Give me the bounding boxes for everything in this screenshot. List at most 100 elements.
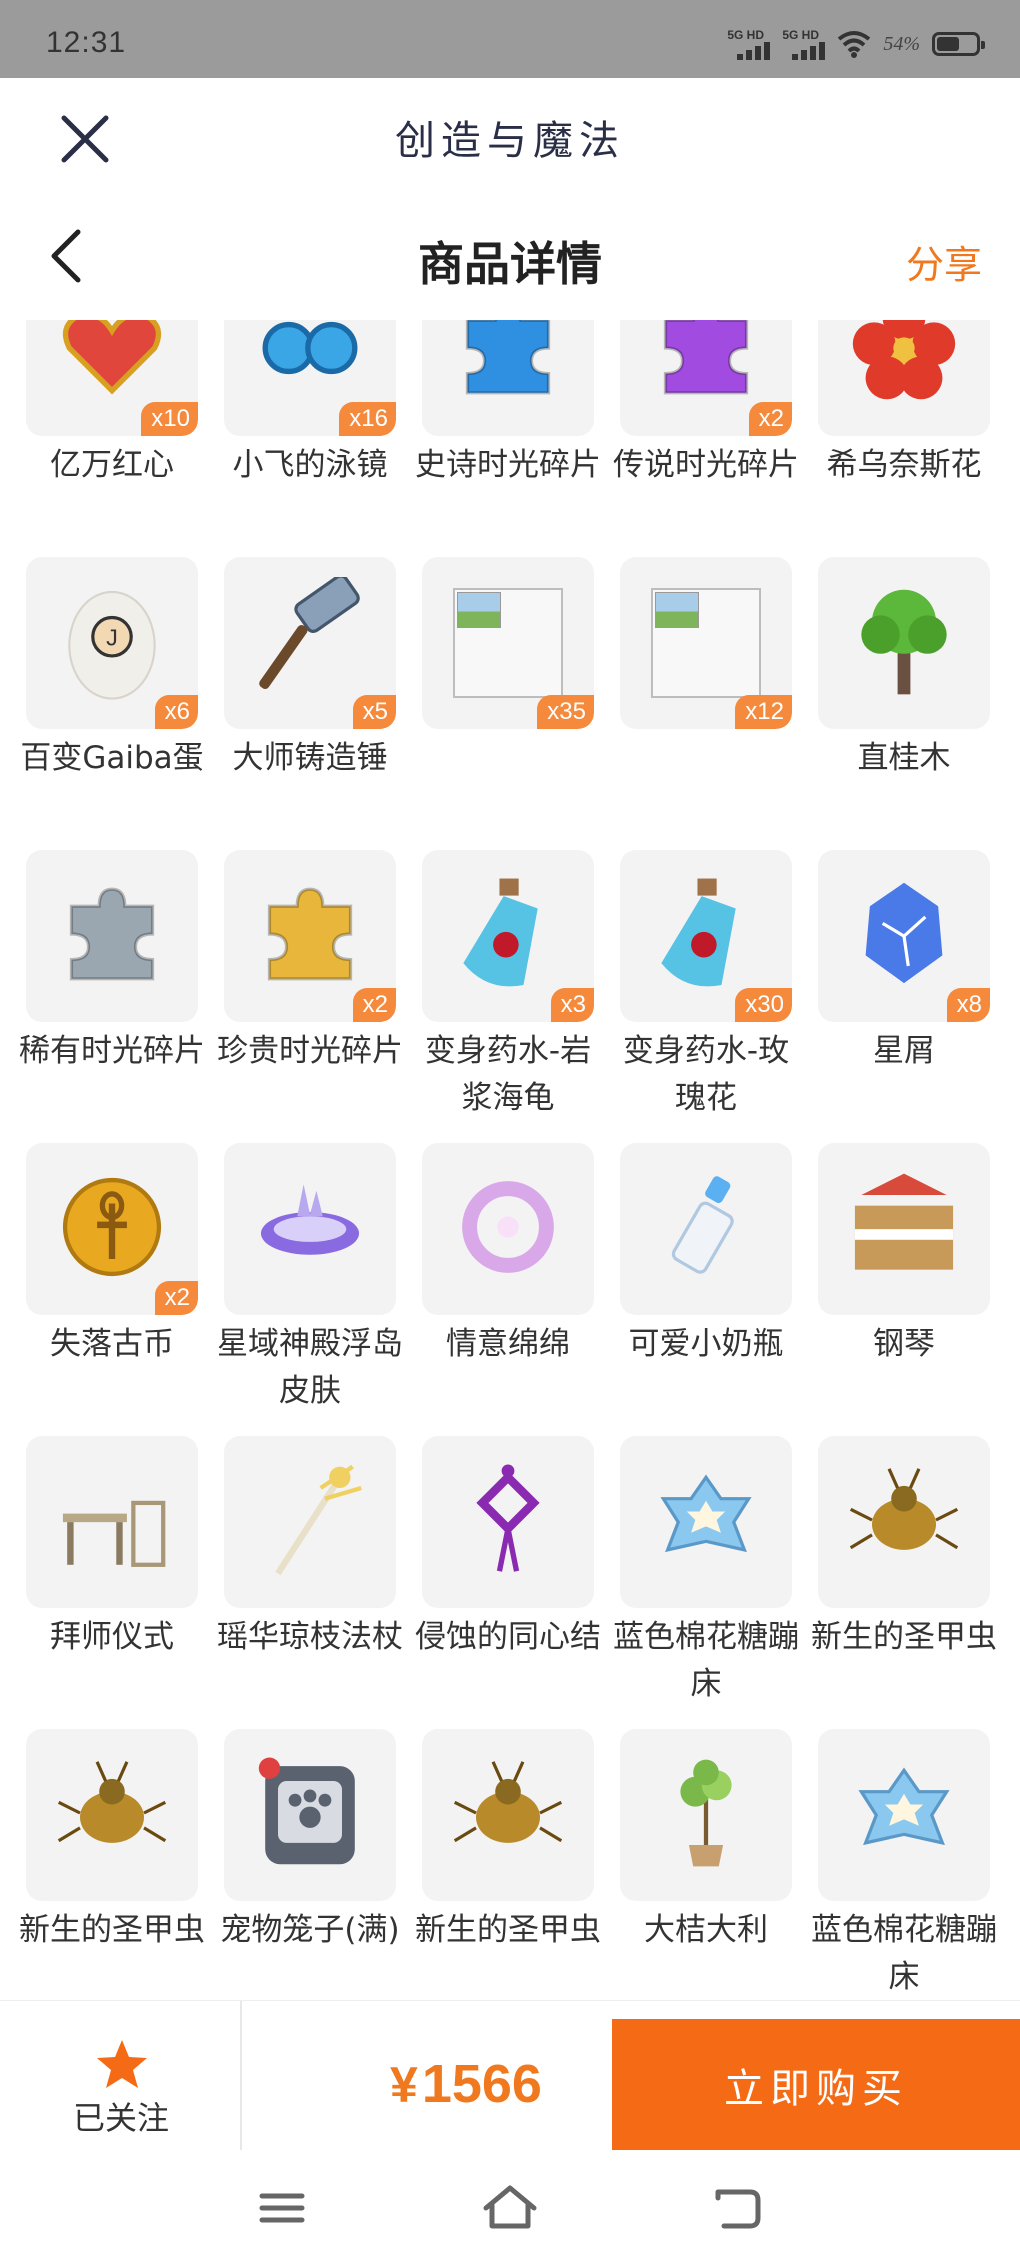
item-card[interactable]: 希乌奈斯花 — [818, 320, 990, 557]
item-card[interactable]: 宠物笼子(满) — [220, 1729, 400, 2000]
quantity-badge: x5 — [352, 695, 396, 729]
price: ¥1566 — [390, 2053, 542, 2115]
item-name: 变身药水-玫瑰花 — [622, 1033, 790, 1116]
follow-button[interactable]: 已关注 — [0, 2001, 242, 2151]
quantity-badge: x2 — [154, 1281, 198, 1315]
item-thumbnail — [26, 850, 198, 1022]
item-name: 史诗时光碎片 — [415, 447, 601, 483]
item-name: 新生的圣甲虫 — [415, 1912, 601, 1948]
item-card[interactable]: 蓝色棉花糖蹦床 — [613, 1436, 799, 1729]
item-card[interactable]: 新生的圣甲虫 — [811, 1436, 997, 1729]
item-card[interactable]: 蓝色棉花糖蹦床 — [811, 1729, 997, 2000]
item-card[interactable]: 拜师仪式 — [26, 1436, 198, 1729]
item-name: 小飞的泳镜 — [232, 447, 388, 483]
item-card[interactable]: x16 小飞的泳镜 — [224, 320, 396, 557]
item-thumbnail — [620, 1143, 792, 1315]
status-bar: 12:31 5G HD 5G HD 54% — [0, 0, 1020, 78]
item-card[interactable]: 直桂木 — [818, 557, 990, 850]
item-name: 百变Gaiba蛋 — [20, 740, 204, 776]
item-thumbnail — [422, 1143, 594, 1315]
item-card[interactable]: 史诗时光碎片 — [415, 320, 601, 557]
item-card[interactable]: Jx6 百变Gaiba蛋 — [20, 557, 204, 850]
item-card[interactable]: x2 失落古币 — [26, 1143, 198, 1436]
gold-puzzle-piece-icon — [246, 870, 374, 1002]
item-name: 宠物笼子(满) — [220, 1912, 400, 1948]
price-value: 1566 — [421, 2054, 542, 2114]
gray-puzzle-piece-icon — [48, 870, 176, 1002]
item-name: 可爱小奶瓶 — [628, 1326, 784, 1362]
scarab-icon — [840, 1456, 968, 1588]
item-name: 大桔大利 — [644, 1912, 768, 1948]
item-card[interactable]: 新生的圣甲虫 — [415, 1729, 601, 2000]
buy-now-button[interactable]: 立即购买 — [612, 2019, 1020, 2151]
item-card[interactable]: x3 变身药水-岩浆海龟 — [422, 850, 594, 1143]
item-card[interactable]: x35 — [422, 557, 594, 850]
item-name: 大师铸造锤 — [232, 740, 388, 776]
item-card[interactable]: x2 传说时光碎片 — [613, 320, 799, 557]
battery-percent: 54% — [883, 32, 920, 55]
item-thumbnail: x16 — [224, 320, 396, 436]
quantity-badge: x30 — [735, 988, 792, 1022]
hammer-icon — [246, 574, 374, 709]
item-thumbnail: x2 — [26, 1143, 198, 1315]
home-icon[interactable] — [480, 2182, 540, 2234]
item-card[interactable]: 星域神殿浮岛皮肤 — [217, 1143, 403, 1436]
potion-icon — [642, 870, 770, 1002]
item-name: 星域神殿浮岛皮肤 — [217, 1326, 403, 1409]
item-thumbnail — [818, 557, 990, 729]
item-name: 新生的圣甲虫 — [811, 1619, 997, 1655]
quantity-badge: x6 — [154, 695, 198, 729]
scarab-icon — [444, 1749, 572, 1881]
item-card[interactable]: 大桔大利 — [620, 1729, 792, 2000]
item-thumbnail — [620, 1729, 792, 1901]
item-thumbnail: x12 — [620, 557, 792, 729]
item-thumbnail — [224, 1729, 396, 1901]
item-list[interactable]: x10 亿万红心 x16 小飞的泳镜 史诗时光碎片 x2 传说时光碎片 希乌奈斯花 Jx6 百变G… — [0, 320, 1020, 2000]
status-time: 12:31 — [46, 26, 127, 59]
item-thumbnail: x2 — [620, 320, 792, 436]
blue-puzzle-piece-icon — [444, 320, 572, 416]
item-card[interactable]: x10 亿万红心 — [26, 320, 198, 557]
signal-icon: 5G HD — [727, 28, 771, 60]
item-thumbnail: x5 — [224, 557, 396, 729]
item-name: 侵蚀的同心结 — [415, 1619, 601, 1655]
item-card[interactable]: 稀有时光碎片 — [19, 850, 205, 1143]
gold-coin-icon — [48, 1163, 176, 1295]
item-thumbnail — [422, 320, 594, 436]
item-card[interactable]: x30 变身药水-玫瑰花 — [620, 850, 792, 1143]
item-thumbnail: x2 — [224, 850, 396, 1022]
status-icons: 5G HD 5G HD 54% — [727, 24, 985, 64]
share-button[interactable]: 分享 — [906, 234, 982, 289]
item-card[interactable]: x2 珍贵时光碎片 — [217, 850, 403, 1143]
purple-puzzle-piece-icon — [642, 320, 770, 416]
back-icon[interactable] — [706, 2182, 766, 2234]
floating-island-icon — [246, 1163, 374, 1295]
item-card[interactable]: 侵蚀的同心结 — [415, 1436, 601, 1729]
item-name: 传说时光碎片 — [613, 447, 799, 483]
item-card[interactable]: 可爱小奶瓶 — [620, 1143, 792, 1436]
wreath-icon — [444, 1163, 572, 1295]
item-name: 钢琴 — [873, 1326, 935, 1362]
item-thumbnail — [818, 320, 990, 436]
item-name: 失落古币 — [50, 1326, 174, 1362]
svg-text:J: J — [106, 624, 118, 650]
item-card[interactable]: 新生的圣甲虫 — [19, 1729, 205, 2000]
item-card[interactable]: x5 大师铸造锤 — [224, 557, 396, 850]
item-thumbnail: x30 — [620, 850, 792, 1022]
item-name: 新生的圣甲虫 — [19, 1912, 205, 1948]
app-top-bar: 创造与魔法 — [0, 78, 1020, 198]
item-card[interactable]: x12 — [620, 557, 792, 850]
broken-image-icon — [453, 588, 563, 698]
item-card[interactable]: 情意绵绵 — [422, 1143, 594, 1436]
item-card[interactable]: 钢琴 — [818, 1143, 990, 1436]
tree-icon — [840, 577, 968, 709]
quantity-badge: x2 — [352, 988, 396, 1022]
quantity-badge: x16 — [339, 402, 396, 436]
item-name: 蓝色棉花糖蹦床 — [811, 1912, 997, 1995]
app-title: 创造与魔法 — [395, 118, 625, 164]
item-card[interactable]: x8 星屑 — [818, 850, 990, 1143]
menu-icon[interactable] — [252, 2182, 312, 2234]
quantity-badge: x2 — [748, 402, 792, 436]
item-thumbnail — [620, 1436, 792, 1608]
item-card[interactable]: 瑶华琼枝法杖 — [217, 1436, 403, 1729]
